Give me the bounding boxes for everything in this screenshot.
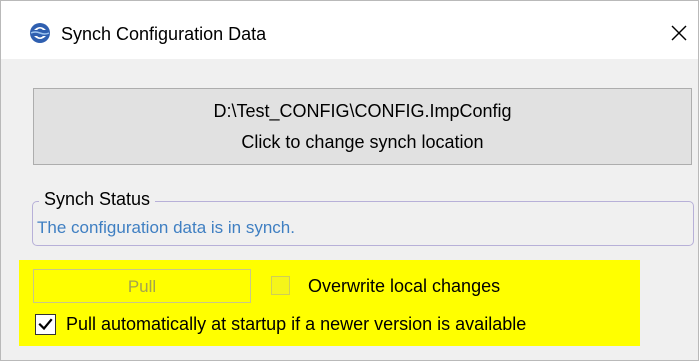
overwrite-local-changes-checkbox[interactable] [271,276,290,295]
change-synch-location-button[interactable]: D:\Test_CONFIG\CONFIG.ImpConfig Click to… [33,88,692,165]
close-button[interactable] [661,15,697,51]
synch-status-legend: Synch Status [39,187,156,211]
auto-pull-checkbox[interactable] [35,314,56,335]
overwrite-local-changes-label: Overwrite local changes [308,276,501,296]
synch-status-message: The configuration data is in synch. [37,218,295,237]
checkmark-icon [38,318,53,331]
synch-location-path: D:\Test_CONFIG\CONFIG.ImpConfig [213,101,512,121]
close-icon [671,25,687,41]
synch-config-dialog: Synch Configuration Data D:\Test_CONFIG\… [0,0,699,361]
auto-pull-label: Pull automatically at startup if a newer… [66,314,527,334]
pull-button-label: Pull [127,277,157,296]
synch-globe-icon [29,22,51,44]
pull-button[interactable]: Pull [33,269,251,303]
title-bar: Synch Configuration Data [1,1,698,59]
window-title: Synch Configuration Data [61,24,267,44]
synch-location-hint: Click to change synch location [241,132,484,152]
